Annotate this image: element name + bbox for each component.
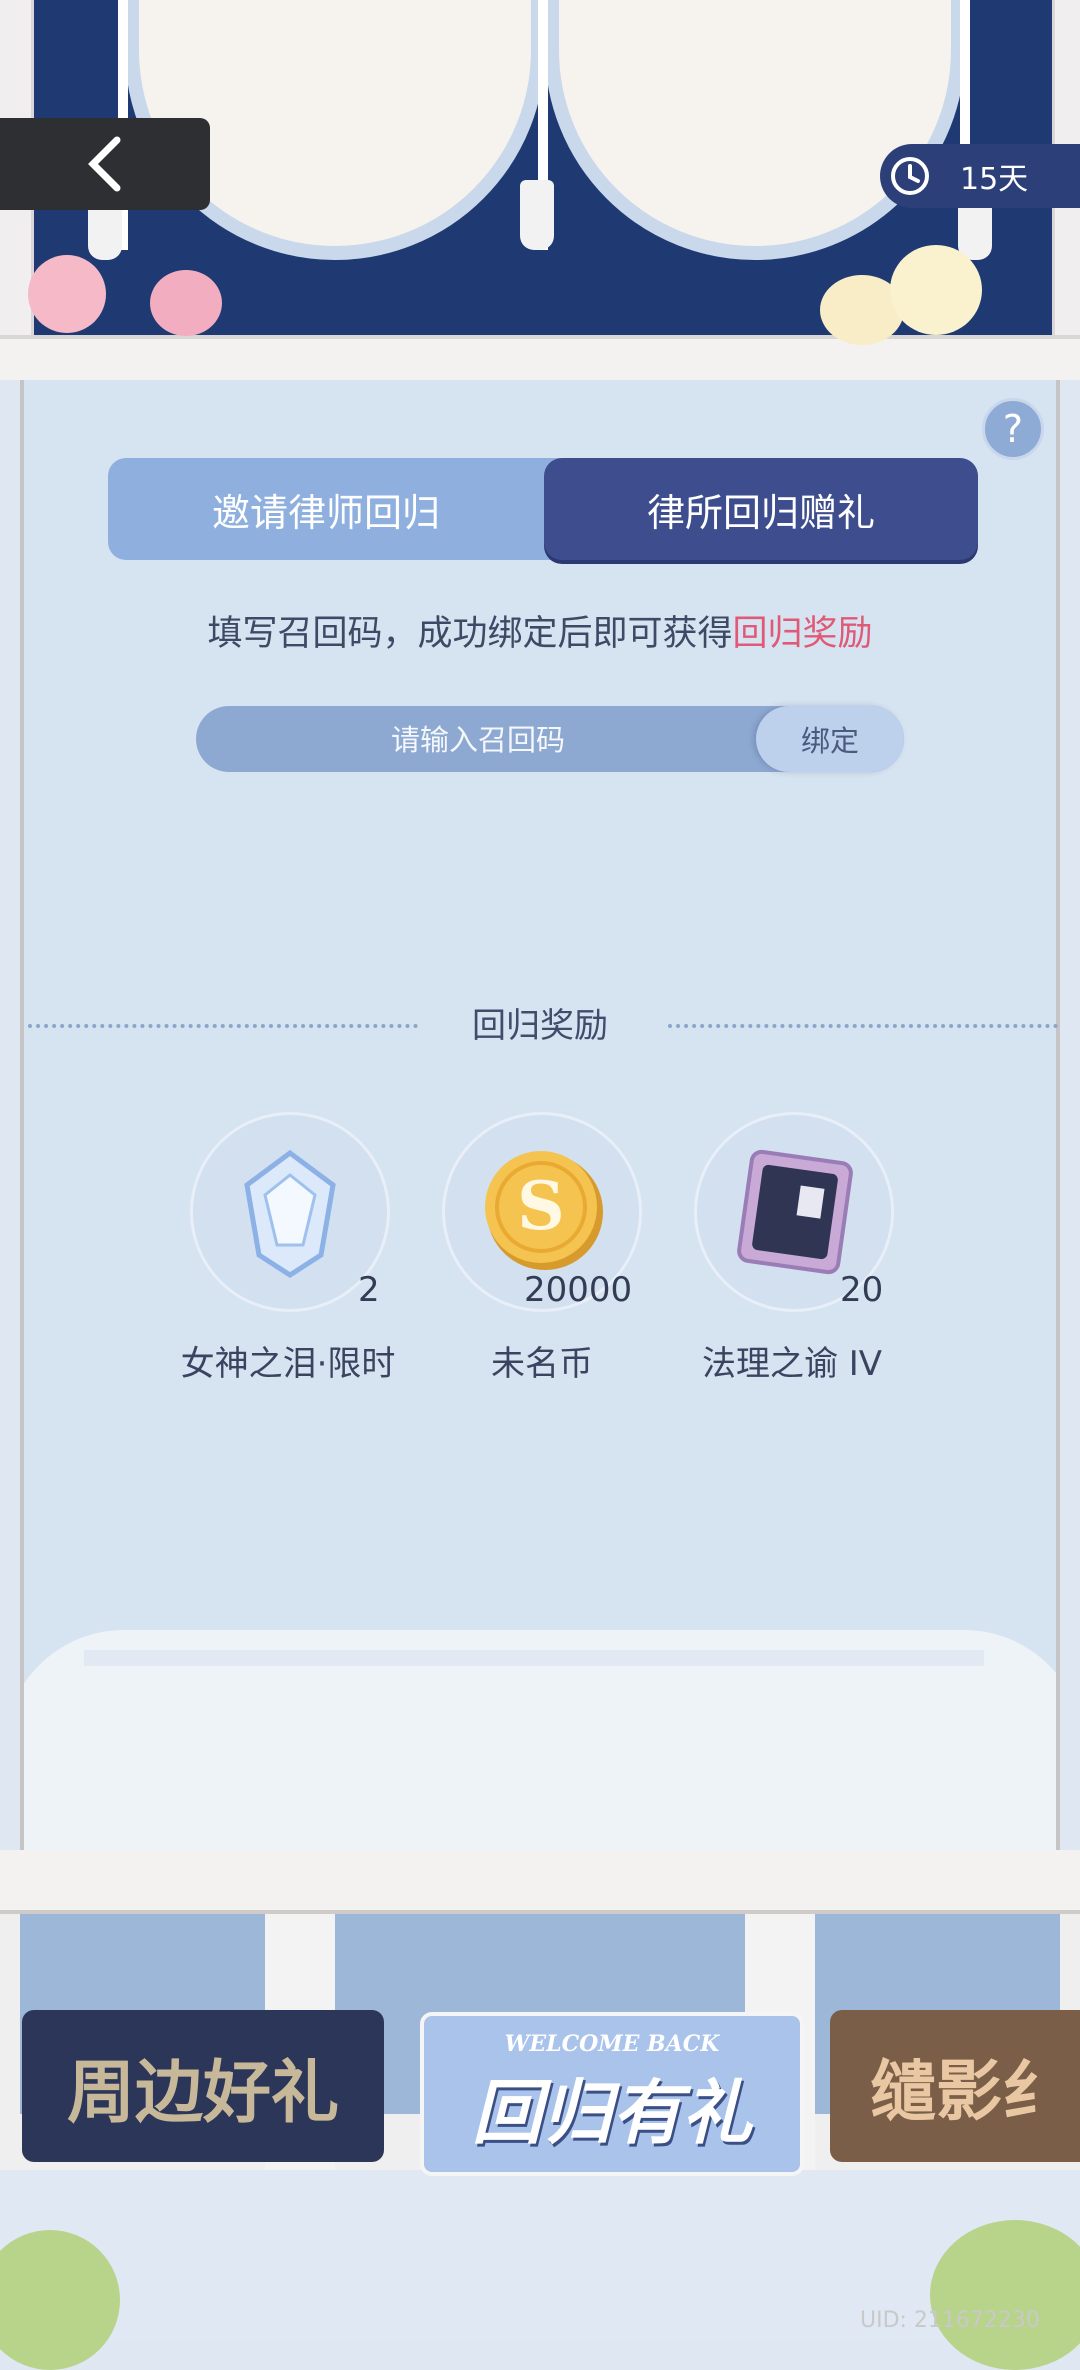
chevron-left-icon	[88, 136, 121, 192]
timer-label: 15天	[960, 162, 1029, 197]
reward-name: 法理之谕 IV	[701, 1344, 883, 1384]
banner-subtitle: WELCOME BACK	[504, 2030, 720, 2057]
back-button[interactable]	[0, 118, 210, 210]
banner-label: 周边好礼	[66, 2052, 339, 2133]
balustrade-decoration	[84, 1650, 984, 1666]
event-timer: 15天	[880, 144, 1080, 208]
banner-return-gift[interactable]: WELCOME BACK 回归有礼	[420, 2012, 804, 2176]
banner-label: 回归有礼	[472, 2070, 752, 2154]
rose-decoration	[28, 255, 106, 333]
reward-count: 20	[840, 1270, 884, 1310]
window-ledge	[0, 335, 1080, 380]
uid-label: UID: 211672230	[860, 2308, 1040, 2333]
bind-button[interactable]: 绑定	[756, 706, 904, 772]
banner-merch-gifts[interactable]: 周边好礼	[22, 2010, 384, 2162]
help-button[interactable]: ?	[982, 398, 1044, 460]
banner-label: 缱影纟	[870, 2052, 1068, 2130]
rewards-title: 回归奖励	[472, 1006, 608, 1046]
instruction-main: 填写召回码，成功绑定后即可获得	[207, 614, 733, 654]
tab-return-gift[interactable]: 律所回归赠礼	[544, 458, 978, 560]
rose-decoration	[150, 270, 222, 336]
instruction-text: 填写召回码，成功绑定后即可获得回归奖励	[0, 605, 1080, 656]
tassel	[520, 180, 554, 250]
reward-count: 20000	[524, 1270, 633, 1310]
tab-invite-lawyer[interactable]: 邀请律师回归	[108, 458, 544, 560]
banner-third[interactable]: 缱影纟	[830, 2010, 1080, 2162]
recall-code-bar: 绑定	[196, 706, 904, 774]
flower-pot-decoration	[930, 2220, 1080, 2370]
recall-code-input[interactable]	[196, 706, 760, 774]
rose-decoration	[890, 245, 982, 335]
right-window-arch	[545, 0, 965, 260]
question-icon: ?	[1002, 407, 1024, 451]
clock-icon	[891, 157, 929, 195]
reward-count: 2	[358, 1270, 380, 1310]
svg-text:S: S	[517, 1167, 565, 1245]
instruction-highlight: 回归奖励	[732, 614, 873, 654]
tab-bar: 邀请律师回归 律所回归赠礼	[108, 458, 978, 560]
